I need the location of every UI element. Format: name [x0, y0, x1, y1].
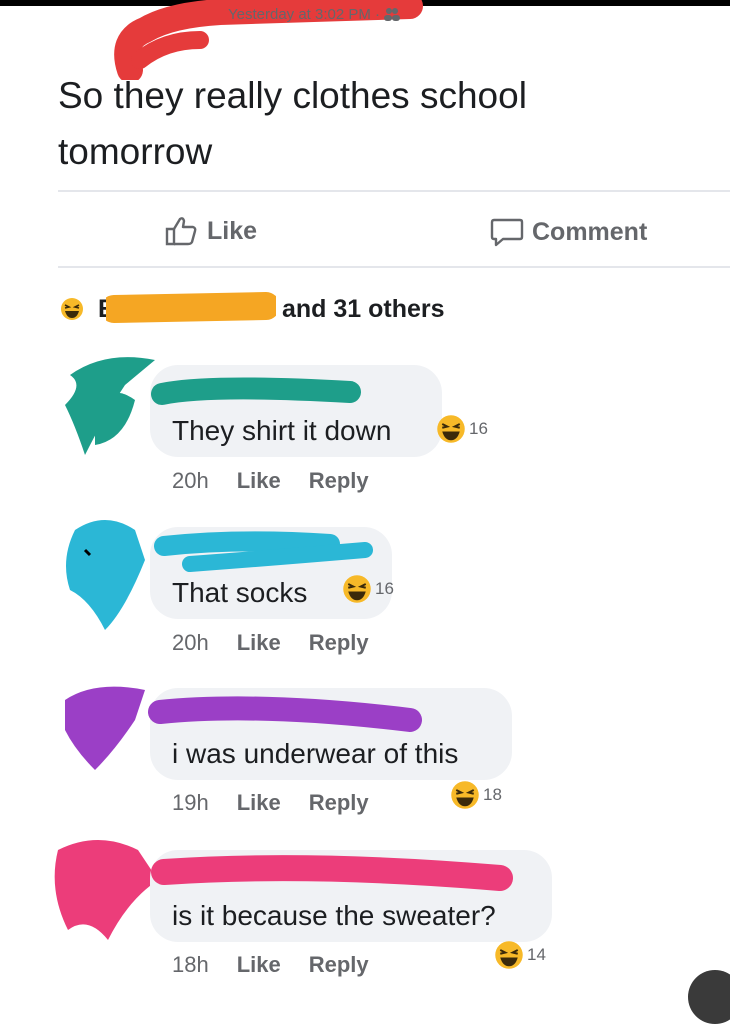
comment-text-4: is it because the sweater? [172, 900, 496, 931]
comment-like-4[interactable]: Like [237, 952, 281, 978]
like-button[interactable]: Like [165, 216, 257, 246]
like-icon [165, 217, 197, 246]
comment-time-3[interactable]: 19h [172, 790, 209, 816]
comment-time-4[interactable]: 18h [172, 952, 209, 978]
avatar-redacted-1 [65, 357, 155, 455]
haha-reaction-icon [495, 941, 523, 969]
redaction-reactor [106, 292, 276, 323]
reaction-count-4: 14 [527, 945, 546, 964]
comment-like-3[interactable]: Like [237, 790, 281, 816]
redaction-name-2 [154, 531, 373, 572]
comment-reply-1[interactable]: Reply [309, 468, 369, 494]
redaction-name-4 [151, 855, 513, 891]
comment-reactions-3[interactable]: 18 [450, 780, 502, 810]
post-timestamp[interactable]: Yesterday at 3:02 PM · [228, 6, 401, 23]
comment-reply-4[interactable]: Reply [309, 952, 369, 978]
comment-time-2[interactable]: 20h [172, 630, 209, 656]
divider-top [58, 190, 730, 192]
comment-reactions-4[interactable]: 14 [494, 940, 546, 970]
audience-friends-icon [384, 8, 401, 21]
haha-reaction-icon [343, 575, 371, 603]
reactions-count-text: and 31 others [282, 294, 445, 323]
floating-action-button[interactable] [688, 970, 730, 1024]
comment-meta-2: 20h Like Reply [172, 630, 369, 656]
reaction-count-3: 18 [483, 785, 502, 804]
haha-reaction-icon [451, 781, 479, 809]
redaction-name-3 [148, 696, 422, 732]
comment-reply-3[interactable]: Reply [309, 790, 369, 816]
divider-bottom [58, 266, 730, 268]
haha-reaction-icon [437, 415, 465, 443]
reactions-summary[interactable]: E and 31 others [60, 292, 445, 326]
comment-like-1[interactable]: Like [237, 468, 281, 494]
avatar-redacted-4 [54, 840, 158, 940]
comment-text-3: i was underwear of this [172, 738, 459, 769]
comment-icon [490, 218, 524, 247]
comment-reactions-2[interactable]: 16 [342, 574, 394, 604]
comment-meta-4: 18h Like Reply [172, 952, 369, 978]
comment-like-2[interactable]: Like [237, 630, 281, 656]
comment-text-2: That socks [172, 577, 308, 608]
reaction-count-2: 16 [375, 579, 394, 598]
haha-reaction-icon [61, 298, 83, 320]
comment-button[interactable]: Comment [490, 216, 647, 248]
comment-time-1[interactable]: 20h [172, 468, 209, 494]
comment-label: Comment [532, 217, 648, 246]
reaction-count-1: 16 [469, 419, 488, 438]
avatar-redacted-2 [66, 520, 145, 630]
comment-meta-1: 20h Like Reply [172, 468, 369, 494]
comment-reply-2[interactable]: Reply [309, 630, 369, 656]
redaction-name-1 [151, 377, 361, 405]
like-label: Like [207, 216, 258, 245]
comment-text-1: They shirt it down [172, 415, 392, 446]
comment-meta-3: 19h Like Reply [172, 790, 369, 816]
comment-reactions-1[interactable]: 16 [436, 414, 488, 444]
timestamp-text: Yesterday at 3:02 PM · [228, 6, 385, 23]
post-text: So they really clothes school tomorrow [58, 75, 527, 172]
